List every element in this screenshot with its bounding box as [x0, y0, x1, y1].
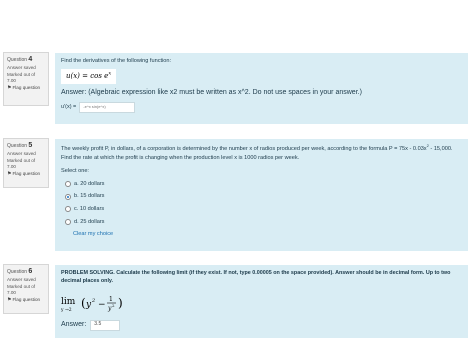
q6-limit-expression: lim y →2 ( y 2 − 1 y 2 ) [61, 292, 462, 316]
q4-function: u(x) = cos ex [61, 68, 117, 84]
q5-prompt-exponent: 2 [426, 143, 429, 148]
q4-answer-row: u'(x) = -e^x sin(e^x) [61, 101, 462, 113]
flag-icon: ⚑ [7, 171, 12, 178]
q4-marks: Marked out of [7, 71, 36, 77]
q4-prompt: Find the derivatives of the following fu… [61, 58, 172, 64]
q6-info-panel: Question 6 Answer saved Marked out of 7.… [3, 264, 49, 314]
flag-icon: ⚑ [7, 297, 12, 304]
radio-button[interactable] [65, 219, 71, 226]
q4-question-label: Question [7, 57, 28, 63]
q5-option-a[interactable]: a. 20 dollars [65, 180, 462, 189]
svg-text:y: y [85, 300, 92, 310]
q6-prompt: PROBLEM SOLVING. Calculate the following… [61, 270, 451, 285]
q5-option-label: c. 10 dollars [74, 206, 105, 213]
svg-text:2: 2 [112, 303, 115, 308]
svg-text:2: 2 [91, 298, 95, 304]
q5-option-c[interactable]: c. 10 dollars [65, 205, 462, 214]
q5-info-panel: Question 5 Answer saved Marked out of 7.… [3, 138, 49, 188]
q5-prompt-line1: The weekly profit P, in dollars, of a co… [61, 145, 427, 152]
q6-flag-question[interactable]: ⚑Flag question [7, 297, 46, 304]
radio-button[interactable] [65, 206, 71, 213]
q6-answer-row: Answer: 3.5 [61, 319, 462, 331]
q5-marks: Marked out of [7, 157, 36, 163]
q6-limit-subscript: y →2 [61, 307, 72, 313]
q5-flag-question[interactable]: ⚑Flag question [7, 171, 46, 178]
q6-question-number: Question 6 [7, 267, 46, 277]
q4-answer-value: -e^x sin(e^x) [83, 104, 106, 110]
q4-function-text: u(x) = cos e [66, 71, 109, 80]
q5-number: 5 [28, 142, 33, 149]
q5-content: The weekly profit P, in dollars, of a co… [55, 139, 468, 251]
q5-option-label: a. 20 dollars [74, 180, 105, 187]
q5-state: Answer saved [7, 151, 36, 157]
q6-flag-label: Flag question [12, 297, 41, 303]
q5-clear-choice-link[interactable]: Clear my choice [73, 230, 462, 239]
q6-marks: Marked out of [7, 283, 36, 289]
radio-button[interactable] [65, 181, 71, 188]
q5-marks-value: 7.00 [7, 164, 16, 170]
q5-question-label: Question [7, 143, 28, 149]
q6-answer-label: Answer: [61, 320, 87, 328]
svg-text:−: − [98, 300, 106, 310]
q6-limit-body: ( y 2 − 1 y 2 ) [81, 296, 123, 312]
q5-prompt: The weekly profit P, in dollars, of a co… [61, 143, 462, 162]
q5-flag-label: Flag question [12, 171, 41, 177]
q5-option-label: d. 25 dollars [74, 218, 105, 225]
q5-question-number: Question 5 [7, 141, 46, 151]
q4-state: Answer saved [7, 65, 36, 71]
flag-icon: ⚑ [7, 85, 12, 92]
q6-number: 6 [28, 268, 33, 275]
q4-info-panel: Question 4 Answer saved Marked out of 7.… [3, 52, 49, 106]
q5-option-d[interactable]: d. 25 dollars [65, 218, 462, 227]
q4-content: Find the derivatives of the following fu… [55, 53, 468, 124]
svg-text:1: 1 [109, 296, 113, 303]
q4-function-exponent: x [108, 70, 112, 77]
radio-button-selected[interactable] [65, 193, 71, 200]
q6-answer-input[interactable]: 3.5 [90, 319, 121, 331]
q6-answer-value: 3.5 [94, 321, 102, 328]
q5-option-b[interactable]: b. 15 dollars [65, 192, 462, 201]
q4-flag-question[interactable]: ⚑Flag question [7, 85, 46, 92]
q4-answer-note: Answer: (Algebraic expression like x2 mu… [61, 88, 362, 96]
q5-select-label: Select one: [61, 168, 89, 175]
q4-answer-label: u'(x) = [61, 103, 77, 110]
q4-number: 4 [28, 56, 33, 63]
q4-question-number: Question 4 [7, 55, 46, 65]
q5-option-label: b. 15 dollars [74, 193, 105, 200]
q4-flag-label: Flag question [12, 85, 41, 91]
q6-limit-word: lim [61, 296, 76, 307]
svg-text:(: ( [81, 296, 86, 310]
q4-marks-value: 7.00 [7, 78, 16, 84]
q6-state: Answer saved [7, 277, 36, 283]
svg-text:): ) [118, 296, 123, 310]
q4-answer-input[interactable]: -e^x sin(e^x) [79, 101, 136, 113]
q6-question-label: Question [7, 269, 28, 275]
q6-marks-value: 7.00 [7, 290, 16, 296]
q6-content: PROBLEM SOLVING. Calculate the following… [55, 265, 468, 338]
